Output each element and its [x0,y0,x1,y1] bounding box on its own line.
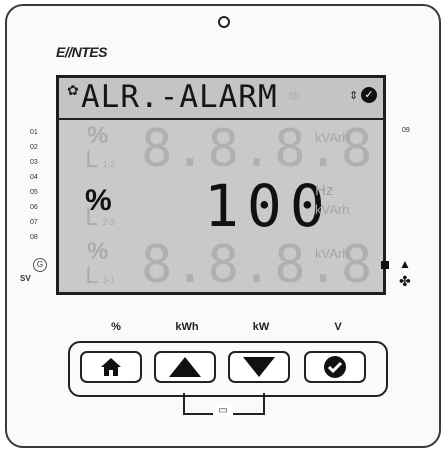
keypad [68,341,388,397]
indicator-07: 07 [30,219,38,226]
brand-logo: E//NTES [56,44,107,60]
ghost-digits-3: 8.8.8.8 [141,235,375,295]
ghost-unit-1: kVArh [315,130,350,145]
indicator-08: 08 [30,234,38,241]
key-labels: % kWh kW V [0,321,448,337]
ghost-phase-3: 3-1 [103,276,115,285]
key-label-kwh: kWh [175,321,199,333]
display-row-3: % L 3-1 8.8.8.8 kVArh [59,236,383,294]
ghost-unit-2: kVArh [315,202,350,217]
down-button[interactable] [228,351,290,383]
up-button[interactable] [154,351,216,383]
ghost-l1: L [85,148,99,173]
g-indicator: G [33,258,47,272]
ghost-unit-3: kVArh [315,246,350,261]
key-label-percent: % [111,321,121,333]
bell-icon: ▲ [399,257,411,271]
sv-label: SV [20,274,31,283]
lcd-display: ✿ ALR.-ALARM ▯▯ ⇕ ✓ % L 1-2 8.8.8.8 kVAr… [56,75,389,295]
mounting-hole [218,16,230,28]
main-value: 100 [204,172,333,240]
ghost-phase-1: 1-2 [103,160,115,169]
status-marker [381,261,389,269]
indicator-05: 05 [30,189,38,196]
side-indicators: 01 02 03 04 05 06 07 08 [30,125,52,245]
ghost-l3: L [85,264,99,289]
check-icon [306,353,364,381]
ghost-l2: L [85,206,99,231]
check-indicator-icon: ✓ [361,87,377,103]
display-row-2: % L 2-3 100 Hz kVArh [59,174,383,238]
gear-icon: ✿ [67,82,79,98]
ok-button[interactable] [304,351,366,383]
alarm-text: ALR.-ALARM [81,79,278,115]
indicator-03: 03 [30,159,38,166]
keys-combo-icon: ▭ [213,405,233,417]
indicator-01: 01 [30,129,38,136]
home-icon [82,353,140,381]
updown-icon: ⇕ [349,90,359,102]
ghost-segments-top: ▯▯ [289,90,299,100]
sv-indicator: SV [20,274,31,283]
key-label-v: V [334,321,342,333]
fan-icon: ✤ [399,273,411,289]
key-label-kw: kW [252,321,270,333]
ghost-percent-3: % [87,238,109,265]
display-row-1: % L 1-2 8.8.8.8 kVArh [59,120,383,178]
ghost-digits-1: 8.8.8.8 [141,119,375,179]
indicator-06: 06 [30,204,38,211]
arrow-up-icon [156,353,214,381]
ghost-percent-1: % [87,122,109,149]
arrow-down-icon [230,353,288,381]
indicator-02: 02 [30,144,38,151]
ghost-phase-2: 2-3 [103,218,115,227]
home-button[interactable] [80,351,142,383]
ghost-hz: Hz [315,182,334,199]
indicator-04: 04 [30,174,38,181]
indicator-09: 09 [402,127,410,134]
lcd-top-line: ✿ ALR.-ALARM ▯▯ ⇕ ✓ [59,78,383,120]
